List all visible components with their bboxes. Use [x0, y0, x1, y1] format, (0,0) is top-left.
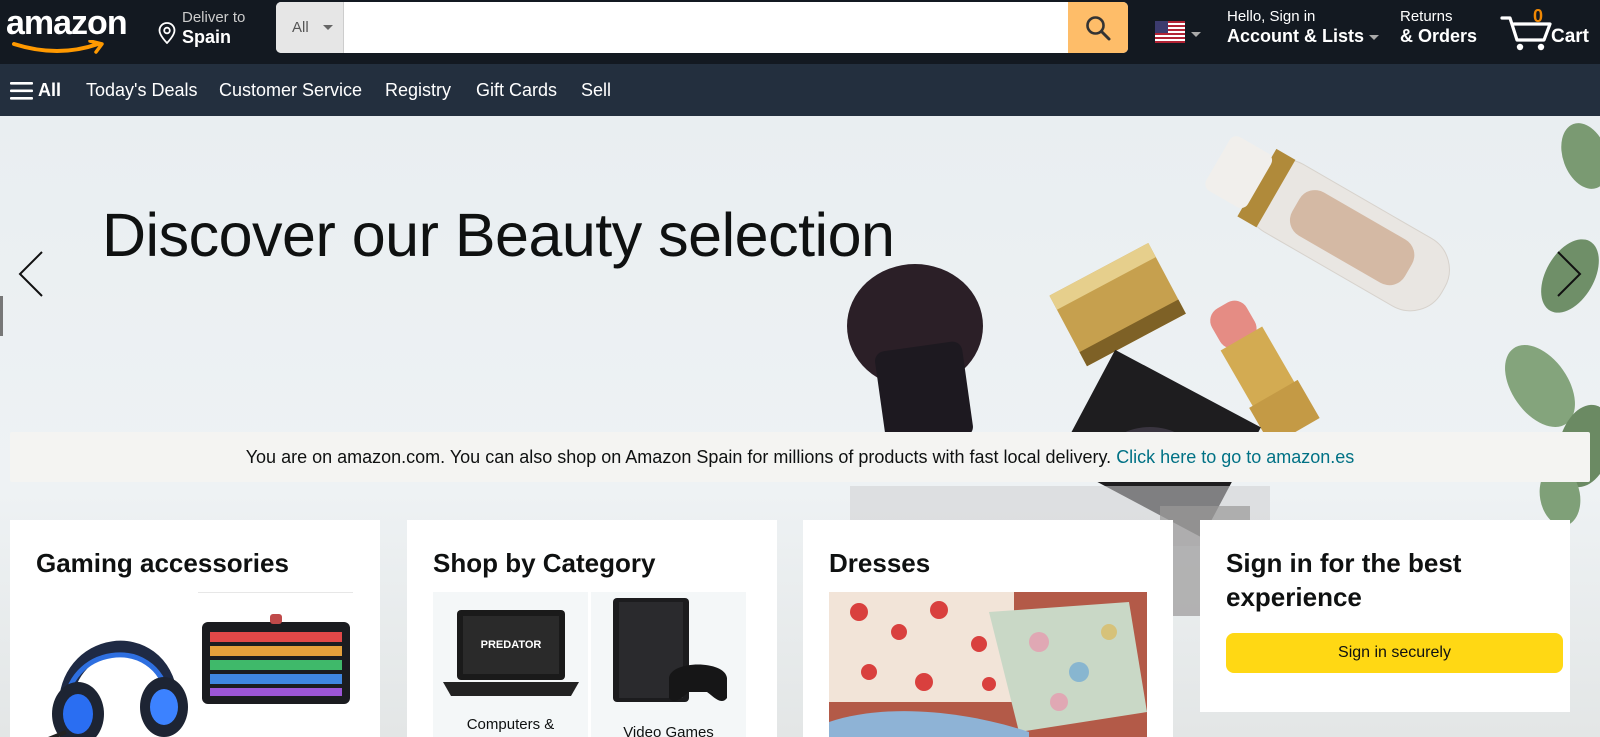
cart-button[interactable]: 0 Cart — [1500, 4, 1596, 54]
account-and-lists[interactable]: Hello, Sign in Account & Lists — [1227, 8, 1380, 47]
card-dresses: Dresses — [803, 520, 1173, 737]
category-tile-computers[interactable]: PREDATOR Computers & — [433, 592, 588, 737]
svg-text:PREDATOR: PREDATOR — [481, 639, 542, 651]
hero-title: Discover our Beauty selection — [102, 201, 895, 269]
nav-link-customer-service[interactable]: Customer Service — [219, 80, 362, 101]
all-menu-label: All — [38, 80, 62, 100]
hamburger-menu-icon — [10, 82, 33, 100]
carousel-prev-arrow-icon[interactable] — [16, 244, 46, 304]
search-category-label: All — [292, 19, 309, 36]
cart-count: 0 — [1532, 6, 1543, 26]
search-input[interactable] — [344, 2, 1068, 53]
sign-in-securely-button[interactable]: Sign in securely — [1226, 633, 1563, 673]
chevron-down-icon — [1369, 34, 1380, 40]
nav-link-todays-deals[interactable]: Today's Deals — [86, 80, 198, 101]
category-tile-label: Computers & — [466, 716, 555, 733]
location-pin-icon — [158, 22, 176, 44]
logo-text: amazon — [6, 4, 128, 42]
category-tile-label: Video Games — [623, 724, 714, 737]
keyboard-image[interactable] — [200, 604, 352, 714]
search-category-select[interactable]: All — [276, 2, 344, 53]
account-label: Account & Lists — [1227, 26, 1365, 46]
category-grid: PREDATOR Computers & Video Games — [433, 592, 751, 737]
card-title[interactable]: Dresses — [829, 546, 1147, 580]
nav-link-registry[interactable]: Registry — [385, 80, 451, 101]
card-title[interactable]: Gaming accessories — [36, 546, 354, 580]
sub-nav: All Today's Deals Customer Service Regis… — [0, 64, 1600, 116]
account-greeting: Hello, Sign in — [1227, 8, 1316, 25]
orders-label: & Orders — [1400, 26, 1478, 46]
returns-label: Returns — [1400, 8, 1453, 25]
us-flag-icon[interactable] — [1155, 21, 1185, 43]
card-shop-by-category: Shop by Category PREDATOR Computers & Vi… — [407, 520, 777, 737]
locale-notice-banner: You are on amazon.com. You can also shop… — [10, 432, 1590, 482]
nav-link-sell[interactable]: Sell — [581, 80, 611, 101]
nav-link-gift-cards[interactable]: Gift Cards — [476, 80, 557, 101]
card-title: Sign in for the best experience — [1226, 548, 1462, 612]
console-image — [613, 598, 727, 702]
go-to-amazon-es-link[interactable]: Click here to go to amazon.es — [1116, 447, 1354, 467]
logo-smile-icon — [12, 40, 104, 54]
language-chevron-down-icon[interactable] — [1191, 32, 1201, 37]
carousel-next-arrow-icon[interactable] — [1554, 244, 1584, 304]
locale-notice-text: You are on amazon.com. You can also shop… — [245, 447, 1117, 467]
deliver-country: Spain — [182, 27, 232, 47]
laptop-image: PREDATOR — [443, 610, 579, 696]
divider — [198, 592, 353, 593]
dresses-image[interactable] — [829, 592, 1147, 737]
top-nav: amazon Deliver to Spain All Hello, Sign … — [0, 0, 1600, 64]
cart-label: Cart — [1551, 26, 1590, 47]
returns-and-orders[interactable]: Returns & Orders — [1400, 8, 1477, 47]
deliver-label: Deliver to — [182, 9, 246, 26]
search-icon — [1086, 16, 1111, 41]
headset-image[interactable] — [36, 592, 191, 737]
search-bar: All — [276, 2, 1128, 53]
gaming-grid — [36, 592, 354, 737]
search-button[interactable] — [1068, 2, 1128, 53]
category-tile-video-games[interactable]: Video Games — [591, 592, 746, 737]
account-label-row: Account & Lists — [1227, 26, 1380, 47]
card-gaming-accessories: Gaming accessories — [10, 520, 380, 737]
chevron-down-icon — [323, 25, 333, 30]
card-title[interactable]: Shop by Category — [433, 546, 751, 580]
amazon-logo[interactable]: amazon — [6, 4, 136, 54]
card-sign-in: Sign in for the best experience Sign in … — [1200, 520, 1570, 712]
